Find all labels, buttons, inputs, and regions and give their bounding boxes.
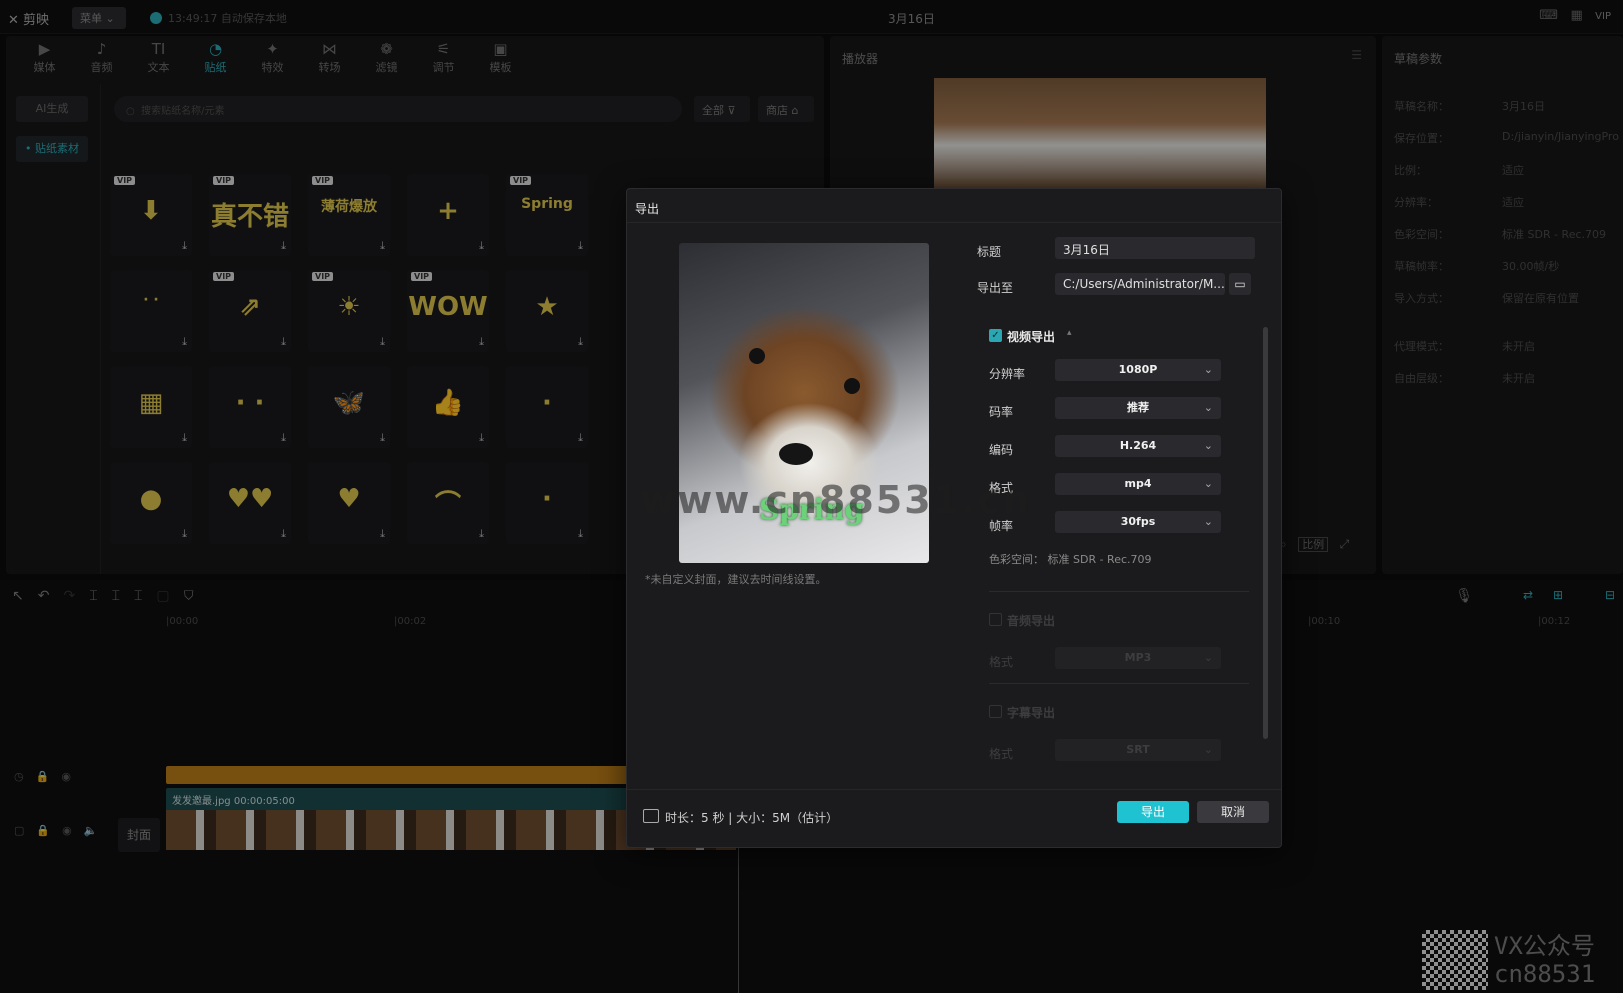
title-label: 标题 (977, 245, 1002, 259)
preview-detail (749, 348, 765, 364)
codec-select[interactable]: H.264 ⌄ (1055, 435, 1221, 457)
audio-export-checkbox[interactable] (989, 613, 1002, 626)
chevron-down-icon: ⌄ (1203, 439, 1213, 452)
export-path-input[interactable]: C:/Users/Administrator/M... (1055, 273, 1225, 295)
subtitle-format-label: 格式 (989, 747, 1014, 761)
color-space-info: 色彩空间： 标准 SDR - Rec.709 (989, 553, 1152, 566)
audio-export-title: 音频导出 (1007, 614, 1056, 628)
export-to-label: 导出至 (977, 281, 1014, 295)
format-select[interactable]: mp4 ⌄ (1055, 473, 1221, 495)
audio-format-value: MP3 (1124, 651, 1152, 664)
chevron-down-icon: ⌄ (1203, 401, 1213, 414)
video-export-checkbox[interactable]: ✓ (989, 329, 1002, 342)
title-input[interactable]: 3月16日 (1055, 237, 1255, 259)
subtitle-export-checkbox[interactable] (989, 705, 1002, 718)
export-summary: 时长：5 秒 | 大小：5M（估计） (665, 811, 839, 825)
chevron-down-icon: ⌄ (1203, 515, 1213, 528)
chevron-down-icon: ⌄ (1203, 651, 1213, 664)
dialog-title: 导出 (635, 202, 660, 216)
divider (989, 683, 1249, 684)
subtitle-export-title: 字幕导出 (1007, 706, 1056, 720)
cover-note: *未自定义封面，建议去时间线设置。 (645, 573, 827, 586)
codec-value: H.264 (1119, 439, 1157, 452)
fps-select[interactable]: 30fps ⌄ (1055, 511, 1221, 533)
dialog-header: 导出 (627, 189, 1281, 223)
chevron-down-icon: ⌄ (1203, 743, 1213, 756)
codec-label: 编码 (989, 443, 1014, 457)
settings-scrollbar[interactable] (1263, 327, 1268, 739)
export-button[interactable]: 导出 (1117, 801, 1189, 823)
site-watermark: www.cn88531.cn (640, 478, 1032, 522)
video-export-title: 视频导出 (1007, 330, 1056, 344)
resolution-select[interactable]: 1080P ⌄ (1055, 359, 1221, 381)
chevron-down-icon: ⌄ (1203, 363, 1213, 376)
film-icon (643, 809, 659, 823)
subtitle-format-select[interactable]: SRT ⌄ (1055, 739, 1221, 761)
resolution-value: 1080P (1118, 363, 1158, 376)
cancel-button[interactable]: 取消 (1197, 801, 1269, 823)
format-value: mp4 (1124, 477, 1152, 490)
resolution-label: 分辨率 (989, 367, 1026, 381)
collapse-icon[interactable]: ▴ (1067, 328, 1072, 338)
audio-format-select[interactable]: MP3 ⌄ (1055, 647, 1221, 669)
folder-icon[interactable]: ▭ (1229, 273, 1251, 295)
bitrate-select[interactable]: 推荐 ⌄ (1055, 397, 1221, 419)
fps-value: 30fps (1120, 515, 1156, 528)
audio-format-label: 格式 (989, 655, 1014, 669)
preview-detail (844, 378, 860, 394)
divider (989, 591, 1249, 592)
bitrate-value: 推荐 (1127, 401, 1149, 414)
subtitle-format-value: SRT (1126, 743, 1150, 756)
preview-detail (779, 443, 813, 465)
chevron-down-icon: ⌄ (1203, 477, 1213, 490)
bitrate-label: 码率 (989, 405, 1014, 419)
